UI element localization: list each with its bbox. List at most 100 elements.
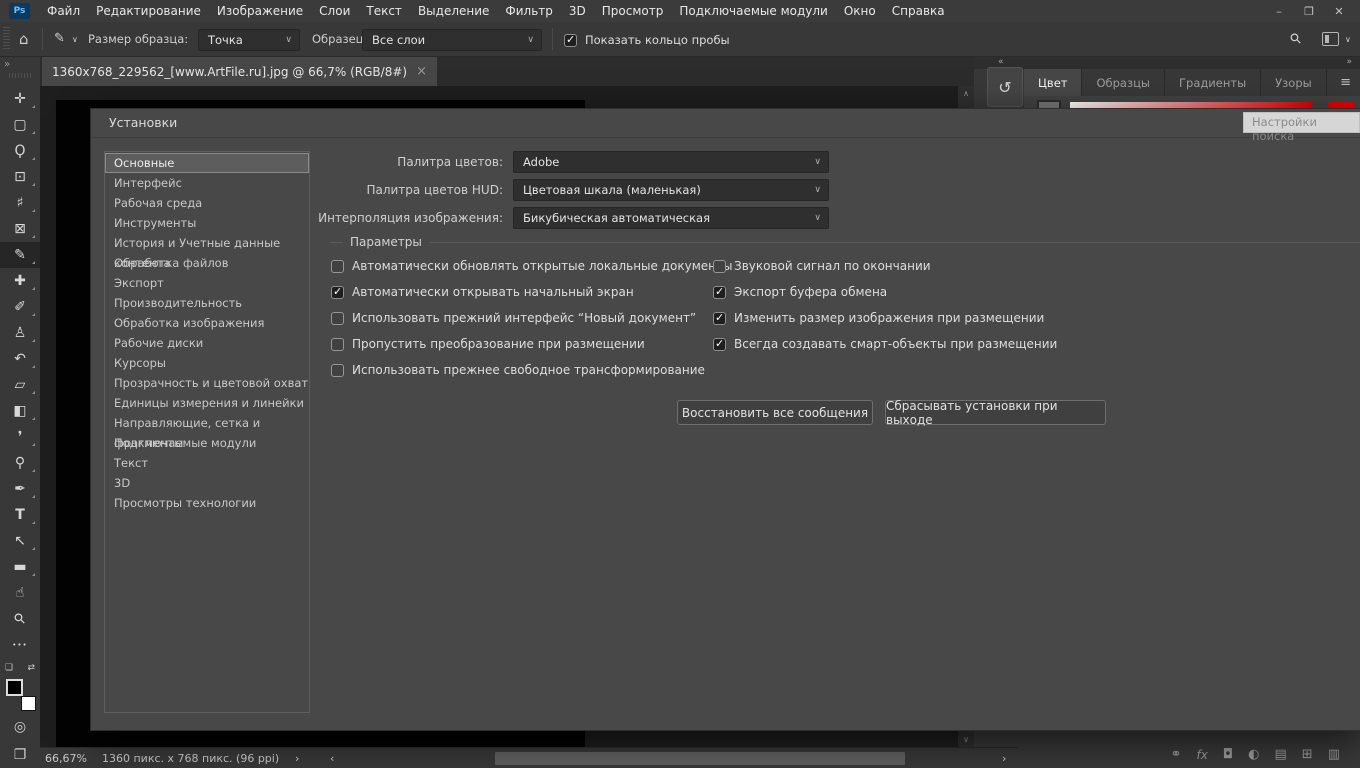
- hud-color-picker-select[interactable]: Цветовая шкала (маленькая) ∨: [513, 179, 829, 201]
- move-tool[interactable]: ✛: [0, 86, 40, 112]
- background-color-swatch[interactable]: [21, 696, 36, 711]
- menu-help[interactable]: Справка: [884, 0, 953, 22]
- legacy-new-document-row[interactable]: Использовать прежний интерфейс “Новый до…: [331, 311, 732, 325]
- panel-menu-icon[interactable]: ≡: [1340, 75, 1351, 90]
- sidebar-item-history-content-credentials[interactable]: История и Учетные данные контента: [105, 233, 309, 270]
- layer-effects-icon[interactable]: fx: [1197, 748, 1208, 762]
- checkbox-box[interactable]: [331, 337, 344, 351]
- sample-size-select[interactable]: Точка ∨: [198, 29, 300, 51]
- skip-transform-when-placing-row[interactable]: Пропустить преобразование при размещении: [331, 337, 732, 351]
- checkbox-box[interactable]: [713, 337, 726, 351]
- rectangle-tool[interactable]: ▬: [0, 554, 40, 580]
- menu-layer[interactable]: Слои: [311, 0, 358, 22]
- sidebar-item-image-processing[interactable]: Обработка изображения: [105, 313, 309, 333]
- eyedropper-chevron-icon[interactable]: ∨: [72, 35, 78, 44]
- horizontal-scrollbar-thumb[interactable]: [495, 752, 905, 765]
- checkbox-box[interactable]: [331, 285, 344, 299]
- lasso-tool[interactable]: Ϙ: [0, 138, 40, 164]
- sidebar-item-3d[interactable]: 3D: [105, 473, 309, 493]
- menu-plugins[interactable]: Подключаемые модули: [671, 0, 836, 22]
- eyedropper-tool-icon[interactable]: ✎: [54, 31, 65, 46]
- brush-tool[interactable]: ✐: [0, 294, 40, 320]
- close-icon[interactable]: ✕: [1324, 0, 1354, 22]
- tab-swatches[interactable]: Образцы: [1082, 69, 1165, 96]
- checkbox-box[interactable]: [713, 285, 726, 299]
- hand-tool[interactable]: ☝: [0, 580, 40, 606]
- menu-type[interactable]: Текст: [358, 0, 410, 22]
- collapse-panels-icon[interactable]: «: [998, 57, 1004, 67]
- path-selection-tool[interactable]: ↖: [0, 528, 40, 554]
- link-layers-icon[interactable]: ⚭: [1171, 747, 1182, 762]
- delete-layer-icon[interactable]: ▥: [1328, 747, 1340, 762]
- toolbar-collapse-icon[interactable]: »: [4, 59, 10, 70]
- dodge-tool[interactable]: ⚲: [0, 450, 40, 476]
- always-create-smart-objects-row[interactable]: Всегда создавать смарт-объекты при разме…: [713, 337, 1057, 351]
- adjustment-layer-icon[interactable]: ◐: [1248, 747, 1259, 762]
- document-tab[interactable]: 1360x768_229562_[www.ArtFile.ru].jpg @ 6…: [42, 57, 437, 86]
- sidebar-item-technology-previews[interactable]: Просмотры технологии: [105, 493, 309, 513]
- new-layer-icon[interactable]: ⊞: [1302, 747, 1313, 762]
- resize-image-during-place-row[interactable]: Изменить размер изображения при размещен…: [713, 311, 1057, 325]
- zoom-tool[interactable]: ⚲: [0, 606, 40, 632]
- foreground-color-swatch[interactable]: [6, 679, 23, 696]
- sidebar-item-scratch-disks[interactable]: Рабочие диски: [105, 333, 309, 353]
- image-interpolation-select[interactable]: Бикубическая автоматическая ∨: [513, 207, 829, 229]
- rectangular-marquee-tool[interactable]: ▢: [0, 112, 40, 138]
- history-panel-button[interactable]: ↺: [987, 67, 1023, 107]
- auto-show-home-screen-row[interactable]: Автоматически открывать начальный экран: [331, 285, 732, 299]
- sample-select[interactable]: Все слои ∨: [362, 29, 542, 51]
- zoom-level[interactable]: 66,67%: [45, 752, 87, 765]
- checkbox-box[interactable]: [564, 33, 577, 47]
- menu-window[interactable]: Окно: [836, 0, 884, 22]
- healing-brush-tool[interactable]: ✚: [0, 268, 40, 294]
- blur-tool[interactable]: ❜: [0, 424, 40, 450]
- menu-image[interactable]: Изображение: [209, 0, 311, 22]
- menu-select[interactable]: Выделение: [410, 0, 497, 22]
- checkbox-box[interactable]: [331, 311, 344, 325]
- reset-all-warnings-button[interactable]: Восстановить все сообщения: [677, 400, 873, 425]
- sidebar-item-export[interactable]: Экспорт: [105, 273, 309, 293]
- sidebar-item-plugins[interactable]: Подключаемые модули: [105, 433, 309, 453]
- auto-update-open-documents-row[interactable]: Автоматически обновлять открытые локальн…: [331, 259, 732, 273]
- edit-toolbar-button[interactable]: •••: [0, 632, 40, 658]
- tab-close-icon[interactable]: ×: [416, 64, 427, 79]
- checkbox-box[interactable]: [331, 259, 344, 273]
- tab-patterns[interactable]: Узоры: [1261, 69, 1327, 96]
- pen-tool[interactable]: ✒: [0, 476, 40, 502]
- scroll-down-icon[interactable]: ∨: [958, 735, 974, 744]
- color-picker-select[interactable]: Adobe ∨: [513, 151, 829, 173]
- export-clipboard-row[interactable]: Экспорт буфера обмена: [713, 285, 1057, 299]
- menu-file[interactable]: Файл: [39, 0, 88, 22]
- swap-colors-icon[interactable]: ⇄: [27, 663, 35, 673]
- gradient-tool[interactable]: ◧: [0, 398, 40, 424]
- checkbox-box[interactable]: [331, 363, 344, 377]
- search-icon[interactable]: ⚲: [1287, 30, 1306, 49]
- sidebar-item-units-rulers[interactable]: Единицы измерения и линейки: [105, 393, 309, 413]
- quick-mask-button[interactable]: ◎: [0, 719, 40, 735]
- type-tool[interactable]: T: [0, 502, 40, 528]
- status-chevron-icon[interactable]: ›: [295, 752, 299, 765]
- hscroll-right-icon[interactable]: ›: [1002, 752, 1006, 765]
- new-group-icon[interactable]: ▤: [1275, 747, 1287, 762]
- default-colors-icon[interactable]: ❏: [5, 663, 13, 673]
- tab-gradients[interactable]: Градиенты: [1165, 69, 1262, 96]
- sidebar-item-performance[interactable]: Производительность: [105, 293, 309, 313]
- reset-preferences-on-quit-button[interactable]: Сбрасывать установки при выходе: [885, 399, 1106, 427]
- collapse-panels-icon[interactable]: »: [1346, 57, 1352, 67]
- sidebar-item-cursors[interactable]: Курсоры: [105, 353, 309, 373]
- home-icon[interactable]: ⌂: [19, 30, 29, 48]
- sidebar-item-type[interactable]: Текст: [105, 453, 309, 473]
- eyedropper-tool[interactable]: ✎: [0, 242, 40, 268]
- menu-view[interactable]: Просмотр: [594, 0, 672, 22]
- eraser-tool[interactable]: ▱: [0, 372, 40, 398]
- workspace-icon[interactable]: [1322, 32, 1339, 46]
- show-sampling-ring-checkbox[interactable]: Показать кольцо пробы: [564, 33, 730, 47]
- menu-3d[interactable]: 3D: [561, 0, 594, 22]
- legacy-free-transform-row[interactable]: Использовать прежнее свободное трансформ…: [331, 363, 732, 377]
- tab-color[interactable]: Цвет: [1024, 69, 1083, 96]
- workspace-chevron-icon[interactable]: ∨: [1345, 35, 1351, 44]
- object-selection-tool[interactable]: ⊡: [0, 164, 40, 190]
- crop-tool[interactable]: ♯: [0, 190, 40, 216]
- restore-icon[interactable]: ❐: [1294, 0, 1324, 22]
- beep-when-done-row[interactable]: Звуковой сигнал по окончании: [713, 259, 1057, 273]
